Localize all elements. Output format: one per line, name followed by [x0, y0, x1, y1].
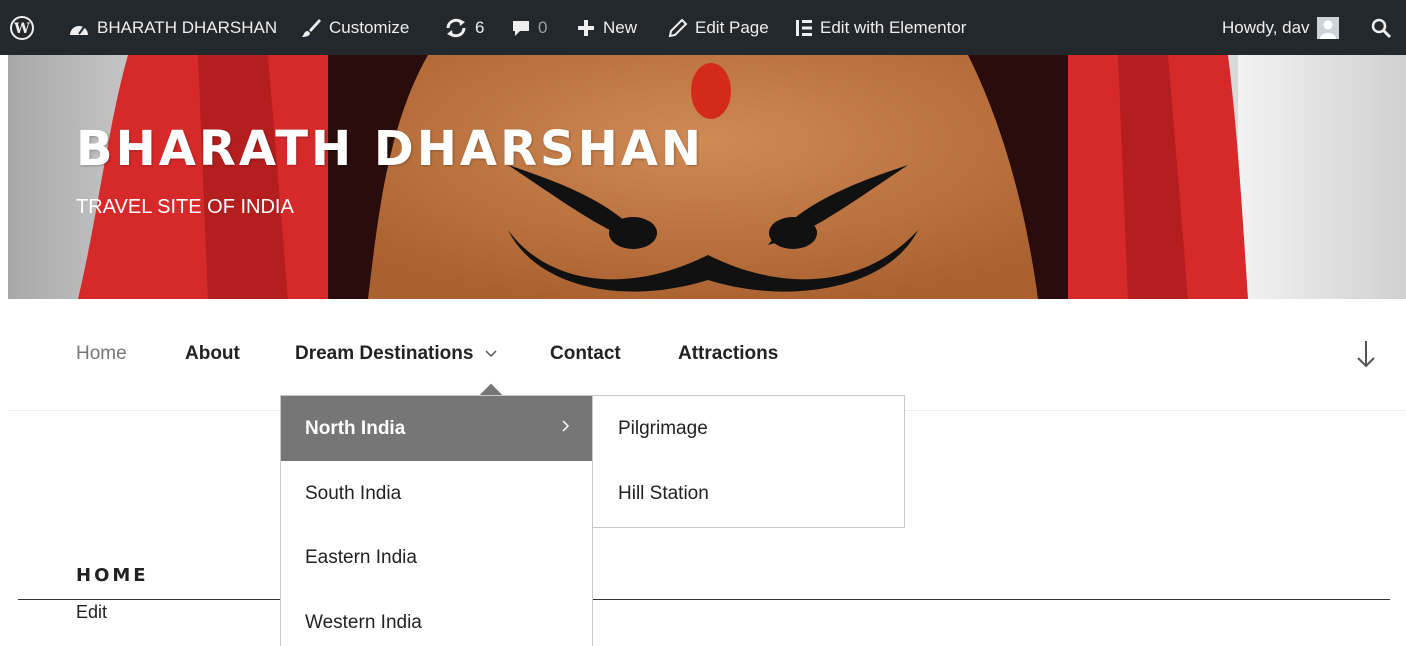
- admin-bar-site-name: BHARATH DHARSHAN: [97, 17, 278, 37]
- submenu-item-hill-station[interactable]: Hill Station: [593, 461, 904, 526]
- chevron-down-icon: [485, 350, 497, 358]
- svg-text:W: W: [13, 21, 30, 37]
- admin-bar: W BHARATH DHARSHAN Customize 6 0 New Edi…: [0, 0, 1406, 55]
- site-title[interactable]: BHARATH DHARSHAN: [76, 121, 704, 177]
- edit-with-elementor-label: Edit with Elementor: [820, 17, 967, 37]
- plus-icon: [578, 19, 594, 36]
- edit-link[interactable]: Edit: [76, 602, 107, 623]
- updates-count: 6: [475, 17, 485, 37]
- updates-refresh-icon: [446, 18, 466, 37]
- divider: [18, 599, 1390, 600]
- new-content-button[interactable]: New: [576, 0, 637, 55]
- dropdown-item-label: North India: [305, 417, 406, 439]
- my-account-menu[interactable]: Howdy, dav: [1222, 0, 1339, 55]
- nav-item-label: Dream Destinations: [295, 343, 474, 364]
- nav-item-attractions[interactable]: Attractions: [678, 343, 778, 365]
- nav-item-about[interactable]: About: [185, 343, 240, 365]
- site-header: BHARATH DHARSHAN TRAVEL SITE OF INDIA: [8, 55, 1406, 299]
- chevron-right-icon: [562, 420, 570, 432]
- dropdown-item-north-india[interactable]: North India: [281, 396, 592, 461]
- wordpress-logo-icon[interactable]: W: [10, 0, 34, 55]
- edit-page-label: Edit Page: [695, 17, 769, 37]
- submenu-item-pilgrimage[interactable]: Pilgrimage: [593, 396, 904, 461]
- dream-destinations-dropdown: North India South India Eastern India We…: [280, 395, 593, 646]
- header-image: [8, 55, 1406, 299]
- updates-button[interactable]: 6: [444, 0, 484, 55]
- dropdown-item-western-india[interactable]: Western India: [281, 590, 592, 646]
- dashboard-gauge-icon: [70, 25, 88, 35]
- admin-bar-site-menu[interactable]: BHARATH DHARSHAN: [68, 0, 277, 55]
- search-icon[interactable]: [1370, 0, 1392, 55]
- avatar: [1316, 16, 1339, 39]
- nav-item-home[interactable]: Home: [76, 343, 127, 365]
- edit-page-button[interactable]: Edit Page: [668, 0, 769, 55]
- comments-button[interactable]: 0: [511, 0, 547, 55]
- pencil-icon: [668, 18, 688, 37]
- site-description: TRAVEL SITE OF INDIA: [76, 196, 294, 218]
- north-india-submenu: Pilgrimage Hill Station: [592, 395, 905, 528]
- arrow-down-icon[interactable]: [1354, 339, 1378, 374]
- page-title: HOME: [76, 565, 149, 586]
- comments-count: 0: [538, 17, 548, 37]
- howdy-label: Howdy, dav: [1222, 17, 1310, 37]
- elementor-icon: [796, 19, 812, 36]
- customize-label: Customize: [329, 17, 410, 37]
- customize-button[interactable]: Customize: [300, 0, 409, 55]
- dropdown-item-eastern-india[interactable]: Eastern India: [281, 525, 592, 590]
- nav-item-dream-destinations[interactable]: Dream Destinations: [295, 343, 497, 365]
- edit-with-elementor-button[interactable]: Edit with Elementor: [795, 0, 966, 55]
- paintbrush-icon: [302, 18, 321, 37]
- comment-bubble-icon: [513, 20, 529, 36]
- nav-item-contact[interactable]: Contact: [550, 343, 621, 365]
- new-content-label: New: [603, 17, 638, 37]
- dropdown-item-south-india[interactable]: South India: [281, 461, 592, 526]
